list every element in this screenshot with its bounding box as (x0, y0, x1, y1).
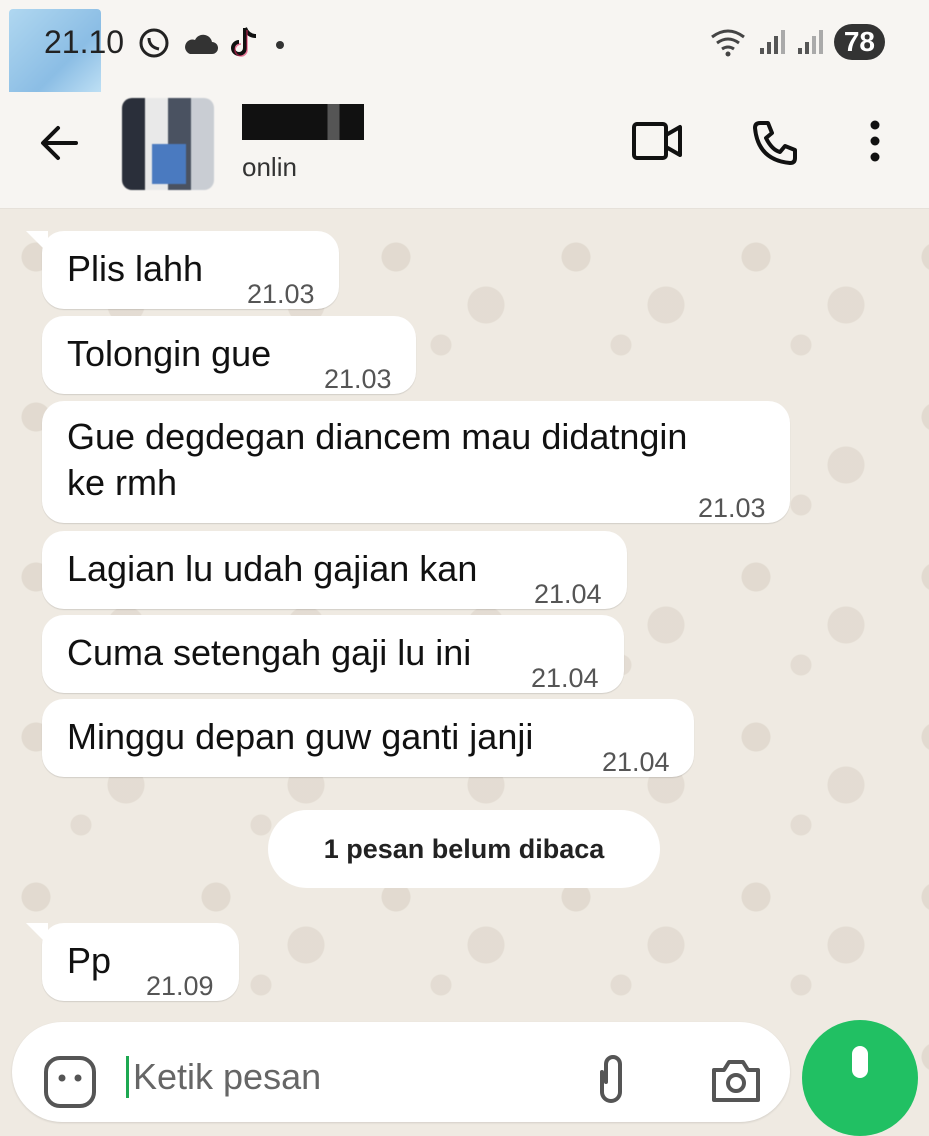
message-bubble[interactable]: Cuma setengah gaji lu ini 21.04 (42, 615, 624, 693)
message-time: 21.03 (247, 279, 315, 309)
message-text: Tolongin gue (67, 333, 272, 374)
message-time: 21.03 (324, 364, 392, 394)
message-time: 21.04 (534, 579, 602, 609)
voice-message-button[interactable] (802, 1020, 918, 1136)
emoji-button[interactable] (42, 1054, 98, 1115)
message-text: Plis lahh (67, 248, 204, 289)
message-text: Minggu depan guw ganti janji (67, 716, 534, 757)
attach-button[interactable] (598, 1052, 628, 1117)
message-bubble[interactable]: Pp 21.09 (26, 923, 239, 1001)
message-time: 21.09 (146, 971, 214, 1001)
paperclip-icon (600, 1055, 622, 1103)
message-time: 21.04 (531, 663, 599, 693)
status-bar: 21.10 78 (0, 0, 929, 101)
message-text: Pp (67, 940, 112, 981)
contact-avatar[interactable] (122, 98, 214, 190)
chat-area[interactable]: Plis lahh 21.03 Tolongin gue 21.03 Gue d… (0, 209, 929, 1080)
emoji-sticker-icon (44, 1056, 96, 1108)
signal-icon (797, 30, 823, 54)
message-text: Gue degdegan diancem mau didatngin ke rm… (67, 416, 688, 503)
message-bubble[interactable]: Minggu depan guw ganti janji 21.04 (42, 699, 694, 777)
message-bubble[interactable]: Tolongin gue 21.03 (42, 316, 416, 394)
voice-call-button[interactable] (750, 118, 800, 173)
back-arrow-icon (41, 126, 78, 160)
dot-icon (276, 41, 284, 49)
back-button[interactable] (36, 120, 82, 171)
video-call-icon (632, 122, 682, 160)
contact-status: onlin (242, 152, 297, 182)
chat-header: onlin (0, 92, 929, 209)
whatsapp-icon (139, 28, 169, 58)
video-call-button[interactable] (630, 118, 684, 169)
microphone-icon (852, 1046, 868, 1078)
wifi-icon (710, 29, 745, 57)
camera-icon (712, 1060, 760, 1102)
notification-icons (138, 26, 288, 60)
phone-call-icon (753, 121, 797, 165)
more-options-button[interactable] (860, 118, 890, 169)
signal-icon (759, 30, 785, 54)
message-input[interactable]: Ketik pesan (126, 1056, 321, 1098)
more-options-icon (870, 120, 880, 162)
tiktok-icon (231, 27, 257, 57)
message-time: 21.03 (698, 493, 766, 523)
battery-indicator: 78 (833, 24, 885, 60)
unread-messages-divider: 1 pesan belum dibaca (268, 810, 660, 888)
message-bubble[interactable]: Plis lahh 21.03 (26, 231, 339, 309)
contact-name-redacted[interactable] (242, 104, 364, 140)
status-time: 21.10 (44, 24, 125, 60)
message-composer[interactable]: Ketik pesan (12, 1022, 790, 1122)
camera-button[interactable] (710, 1058, 762, 1107)
message-time: 21.04 (602, 747, 670, 777)
message-text: Lagian lu udah gajian kan (67, 548, 478, 589)
message-bubble[interactable]: Gue degdegan diancem mau didatngin ke rm… (42, 401, 790, 523)
message-bubble[interactable]: Lagian lu udah gajian kan 21.04 (42, 531, 627, 609)
cloud-icon (185, 34, 218, 54)
message-text: Cuma setengah gaji lu ini (67, 632, 472, 673)
